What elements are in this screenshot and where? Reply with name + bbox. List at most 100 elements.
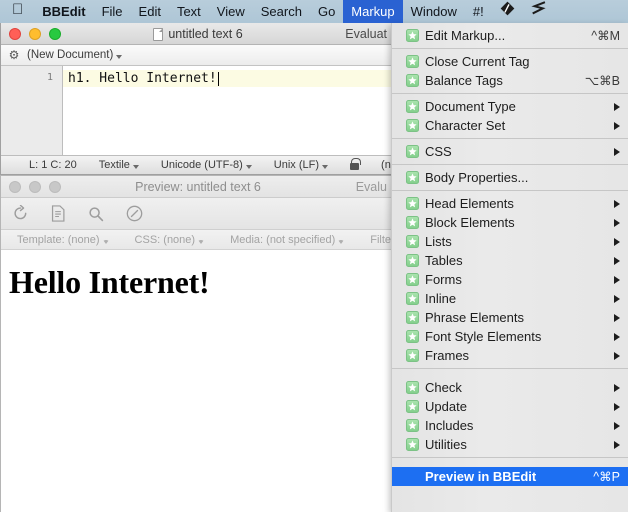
- star-icon: [406, 216, 419, 229]
- preview-toolbar: [1, 198, 395, 230]
- menu-window[interactable]: Window: [403, 0, 465, 23]
- document-popup[interactable]: (New Document): [27, 49, 123, 61]
- menu-view[interactable]: View: [209, 0, 253, 23]
- submenu-arrow-icon: [614, 256, 620, 265]
- menu-item-css[interactable]: CSS: [392, 142, 628, 161]
- line-number-gutter: 1: [1, 66, 63, 156]
- menu-item-head-elements[interactable]: Head Elements: [392, 194, 628, 213]
- star-icon: [406, 197, 419, 210]
- submenu-arrow-icon: [614, 275, 620, 284]
- menu-item-includes[interactable]: Includes: [392, 416, 628, 435]
- star-icon: [406, 311, 419, 324]
- unlocked-icon[interactable]: [350, 158, 362, 170]
- menu-shebang[interactable]: #!: [465, 0, 492, 23]
- open-in-safari-icon[interactable]: [124, 204, 144, 224]
- star-icon: [406, 419, 419, 432]
- menu-item-lists[interactable]: Lists: [392, 232, 628, 251]
- code-text-area[interactable]: h1. Hello Internet!: [63, 66, 395, 156]
- menu-item-label: Body Properties...: [425, 170, 529, 185]
- chevron-down-icon: [198, 239, 205, 244]
- preview-title-right-label: Evalu: [355, 180, 387, 194]
- editor-title-right-label: Evaluat: [345, 27, 387, 41]
- page-source-icon[interactable]: [48, 204, 68, 224]
- star-icon: [406, 29, 419, 42]
- editor-titlebar[interactable]: untitled text 6 Evaluat: [1, 23, 395, 45]
- star-icon: [406, 100, 419, 113]
- editor-window: untitled text 6 Evaluat ⚙ (New Document)…: [0, 23, 396, 175]
- editor-body: 1 h1. Hello Internet!: [1, 66, 395, 156]
- menu-item-block-elements[interactable]: Block Elements: [392, 213, 628, 232]
- menu-search[interactable]: Search: [253, 0, 310, 23]
- star-icon: [406, 119, 419, 132]
- submenu-arrow-icon: [614, 351, 620, 360]
- cursor-position: L: 1 C: 20: [29, 159, 77, 171]
- media-popup[interactable]: Media: (not specified): [230, 234, 345, 246]
- maximize-button[interactable]: [49, 27, 61, 40]
- minimize-button[interactable]: [29, 27, 41, 40]
- menu-item-forms[interactable]: Forms: [392, 270, 628, 289]
- star-icon: [406, 254, 419, 267]
- reload-icon[interactable]: [10, 204, 30, 224]
- preview-titlebar[interactable]: Preview: untitled text 6 Evalu: [1, 176, 395, 198]
- star-icon: [406, 381, 419, 394]
- menu-item-body-properties[interactable]: Body Properties...: [392, 168, 628, 187]
- encoding-label: Unicode (UTF-8): [160, 159, 243, 171]
- editor-status-bar: L: 1 C: 20 Textile Unicode (UTF-8) Unix …: [1, 155, 395, 174]
- close-button[interactable]: [9, 180, 21, 193]
- menu-item-document-type[interactable]: Document Type: [392, 97, 628, 116]
- line-endings-popup[interactable]: Unix (LF): [273, 159, 329, 171]
- menu-item-phrase-elements[interactable]: Phrase Elements: [392, 308, 628, 327]
- encoding-popup[interactable]: Unicode (UTF-8): [161, 159, 252, 171]
- star-icon: [406, 55, 419, 68]
- menu-bbedit[interactable]: BBEdit: [34, 0, 93, 23]
- menu-item-character-set[interactable]: Character Set: [392, 116, 628, 135]
- script-diamond-icon[interactable]: [492, 0, 523, 23]
- menu-item-font-style-elements[interactable]: Font Style Elements: [392, 327, 628, 346]
- menu-item-edit-markup[interactable]: Edit Markup... ^⌘M: [392, 26, 628, 45]
- menu-markup[interactable]: Markup: [343, 0, 403, 23]
- close-button[interactable]: [9, 27, 21, 40]
- gear-icon[interactable]: ⚙: [1, 48, 27, 62]
- search-icon[interactable]: [86, 204, 106, 224]
- menu-item-utilities[interactable]: Utilities: [392, 435, 628, 454]
- submenu-arrow-icon: [614, 147, 620, 156]
- editor-navigation-bar: ⚙ (New Document): [1, 45, 395, 66]
- menu-separator: [392, 138, 628, 139]
- window-controls: [9, 27, 61, 40]
- menu-edit[interactable]: Edit: [131, 0, 169, 23]
- maximize-button[interactable]: [49, 180, 61, 193]
- menu-item-close-current-tag[interactable]: Close Current Tag: [392, 52, 628, 71]
- apple-logo-icon[interactable]: : [0, 0, 34, 23]
- menu-item-preview-in-bbedit[interactable]: Preview in BBEdit ^⌘P: [392, 467, 628, 486]
- menu-item-label: Close Current Tag: [425, 54, 530, 69]
- preview-window-controls: [9, 180, 61, 193]
- submenu-arrow-icon: [614, 121, 620, 130]
- menu-item-check[interactable]: Check: [392, 378, 628, 397]
- language-popup[interactable]: Textile: [99, 159, 139, 171]
- code-line-1[interactable]: h1. Hello Internet!: [63, 70, 395, 87]
- star-icon: [406, 235, 419, 248]
- template-popup[interactable]: Template: (none): [17, 234, 109, 246]
- menu-text[interactable]: Text: [169, 0, 209, 23]
- menu-item-tables[interactable]: Tables: [392, 251, 628, 270]
- menu-item-balance-tags[interactable]: Balance Tags ⌥⌘B: [392, 71, 628, 90]
- submenu-arrow-icon: [614, 237, 620, 246]
- minimize-button[interactable]: [29, 180, 41, 193]
- menu-item-inline[interactable]: Inline: [392, 289, 628, 308]
- chevron-down-icon: [102, 239, 109, 244]
- menu-item-update[interactable]: Update: [392, 397, 628, 416]
- chevron-down-icon: [338, 239, 345, 244]
- menu-item-label: Includes: [425, 418, 474, 433]
- css-popup[interactable]: CSS: (none): [135, 234, 205, 246]
- menu-item-frames[interactable]: Frames: [392, 346, 628, 365]
- star-icon: [406, 400, 419, 413]
- menu-item-label: Lists: [425, 234, 452, 249]
- menu-item-shortcut: ⌥⌘B: [584, 74, 620, 88]
- zigzag-s-icon[interactable]: [523, 0, 555, 23]
- menu-item-label: Character Set: [425, 118, 506, 133]
- menu-item-shortcut: ^⌘P: [593, 470, 620, 484]
- menu-go[interactable]: Go: [310, 0, 343, 23]
- line-endings-label: Unix (LF): [273, 159, 320, 171]
- menu-item-label: Document Type: [425, 99, 516, 114]
- menu-file[interactable]: File: [94, 0, 131, 23]
